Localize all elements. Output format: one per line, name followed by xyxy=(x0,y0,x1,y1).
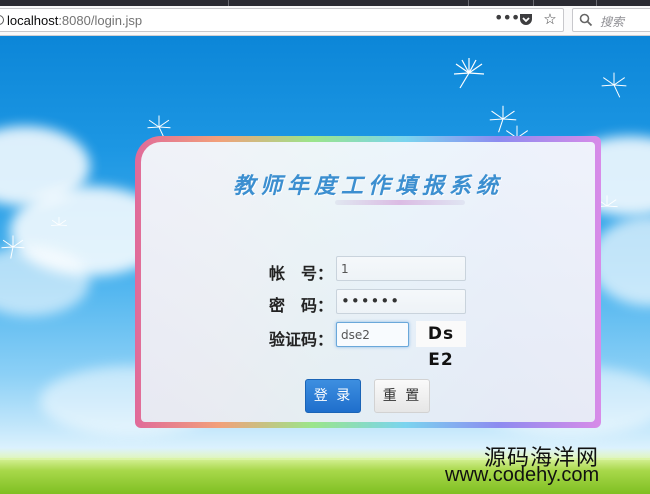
search-box[interactable]: 搜索 xyxy=(572,8,650,32)
bookmark-star-icon[interactable]: ☆ xyxy=(542,11,558,27)
url-text: localhost:8080/login.jsp xyxy=(7,13,143,28)
account-label: 帐 号： xyxy=(269,264,334,283)
password-label: 密 码： xyxy=(269,296,334,315)
page-actions-icon[interactable]: ••• xyxy=(494,10,520,27)
dandelion-seed xyxy=(1,235,25,259)
account-input[interactable] xyxy=(336,256,466,281)
captcha-label: 验证码： xyxy=(269,330,334,349)
captcha-image[interactable]: Ds E2 xyxy=(416,321,466,370)
reset-button[interactable]: 重 置 xyxy=(374,379,430,413)
search-icon xyxy=(579,13,593,27)
login-button[interactable]: 登 录 xyxy=(305,379,361,413)
title-decoration xyxy=(335,200,465,205)
password-input[interactable]: •••••• xyxy=(336,289,466,314)
dandelion-seed xyxy=(51,217,67,226)
pocket-icon[interactable] xyxy=(518,11,534,27)
browser-toolbar: localhost:8080/login.jsp ••• ☆ 搜索 xyxy=(0,6,650,36)
search-placeholder: 搜索 xyxy=(600,15,625,29)
address-bar[interactable]: localhost:8080/login.jsp xyxy=(0,8,564,32)
dandelion-seed xyxy=(453,58,485,89)
watermark-en: www.codehy.com xyxy=(445,464,600,486)
site-info-icon[interactable] xyxy=(0,15,4,25)
system-title: 教师年度工作填报系统 xyxy=(232,173,503,199)
dandelion-seed xyxy=(601,72,627,98)
captcha-input[interactable] xyxy=(336,322,409,347)
login-panel: 教师年度工作填报系统 帐 号： 密 码： •••••• 验证码： Ds E2 登… xyxy=(141,142,595,422)
